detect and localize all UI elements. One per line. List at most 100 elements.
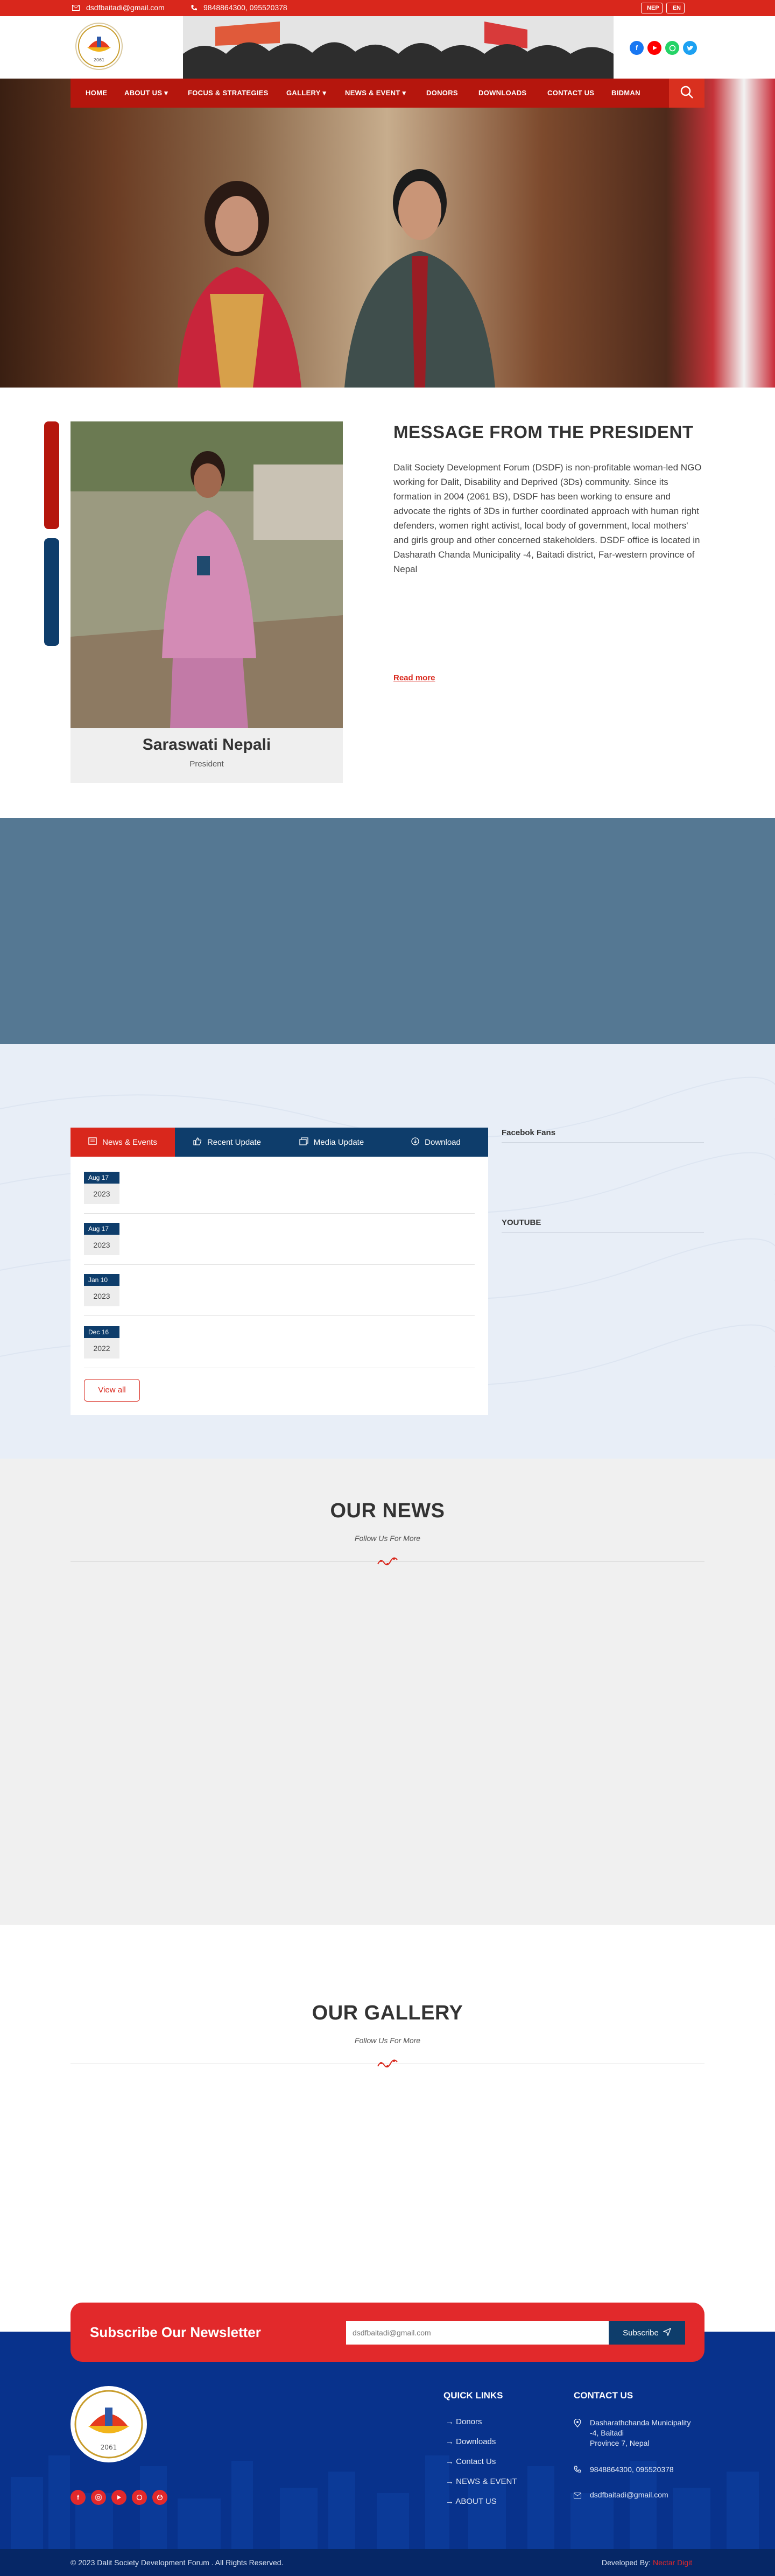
footer-link-downloads[interactable]: → Downloads [446, 2437, 496, 2446]
copyright-bar: © 2023 Dalit Society Development Forum .… [0, 2549, 775, 2576]
footer-link-about[interactable]: → ABOUT US [446, 2497, 497, 2506]
phone-icon [574, 2466, 581, 2476]
images-icon [299, 1137, 308, 1148]
contact-address-line3: Province 7, Nepal [590, 2439, 650, 2447]
subscribe-label: Subscribe [623, 2328, 659, 2338]
gallery-section-title: OUR GALLERY [312, 2002, 463, 2024]
main-nav: HOME ABOUT US ▾ FOCUS & STRATEGIES GALLE… [71, 79, 704, 108]
wave-ornament-icon [377, 1556, 398, 1570]
contact-phone[interactable]: 9848864300, 095520378 [590, 2465, 674, 2474]
footer-link-contact[interactable]: → Contact Us [446, 2457, 496, 2466]
mail-icon [72, 3, 80, 12]
contact-title: CONTACT US [574, 2390, 633, 2401]
news-year: 2023 [84, 1235, 119, 1255]
contact-email[interactable]: dsdfbaitadi@gmail.com [590, 2490, 668, 2499]
nav-gallery-label: GALLERY [286, 89, 321, 97]
accent-bar-blue [44, 538, 59, 646]
developer-link[interactable]: Nectar Digit [653, 2558, 692, 2567]
hero-image [0, 79, 775, 388]
search-icon [680, 85, 694, 102]
footer-link-donors[interactable]: → Donors [446, 2417, 482, 2426]
footer-link-label: Donors [456, 2417, 482, 2426]
uk-flag-icon [670, 6, 671, 10]
tab-recent-update[interactable]: Recent Update [175, 1128, 279, 1157]
phone-icon [189, 3, 198, 12]
news-section [0, 1459, 775, 1925]
chevron-down-icon: ▾ [164, 89, 168, 97]
send-icon [662, 2327, 672, 2338]
facebook-icon[interactable]: f [71, 2490, 86, 2505]
arrow-right-icon: → [446, 2457, 454, 2466]
footer-link-news-event[interactable]: → NEWS & EVENT [446, 2477, 517, 2486]
nav-about-us-label: ABOUT US [124, 89, 163, 97]
nav-contact-us[interactable]: CONTACT US [547, 79, 594, 108]
mail-icon [574, 2491, 581, 2501]
chevron-down-icon: ▾ [322, 89, 327, 97]
whatsapp-icon[interactable] [665, 41, 679, 55]
accent-bar-red [44, 421, 59, 529]
divider [502, 1232, 704, 1233]
youtube-widget-title: YOUTUBE [502, 1218, 541, 1227]
youtube-icon[interactable] [111, 2490, 126, 2505]
nav-donors[interactable]: DONORS [426, 79, 458, 108]
developed-by-label: Developed By: [602, 2558, 651, 2567]
updates-tabs: News & Events Recent Update Media Update… [71, 1128, 488, 1157]
president-heading: MESSAGE FROM THE PRESIDENT [393, 422, 694, 442]
pinterest-icon[interactable] [132, 2490, 147, 2505]
nav-downloads[interactable]: DOWNLOADS [478, 79, 526, 108]
tab-news-events[interactable]: News & Events [71, 1128, 175, 1157]
top-bar: dsdfbaitadi@gmail.com 9848864300, 095520… [0, 0, 775, 16]
nav-gallery[interactable]: GALLERY ▾ [286, 79, 326, 108]
newsletter-email-input[interactable] [346, 2321, 609, 2345]
nav-news-event[interactable]: NEWS & EVENT ▾ [345, 79, 406, 108]
top-phone[interactable]: 9848864300, 095520378 [203, 3, 287, 12]
copyright-text: © 2023 Dalit Society Development Forum .… [71, 2558, 284, 2567]
nav-focus-strategies[interactable]: FOCUS & STRATEGIES [188, 79, 269, 108]
thumbs-up-icon [193, 1137, 202, 1148]
tab-download[interactable]: Download [384, 1128, 488, 1157]
facebook-icon[interactable]: f [630, 41, 644, 55]
wave-ornament-icon [377, 2058, 398, 2072]
lang-en-button[interactable]: EN [666, 3, 685, 13]
newsletter-title: Subscribe Our Newsletter [90, 2324, 261, 2340]
lang-nep-button[interactable]: NEP [641, 3, 663, 13]
footer-logo[interactable]: 2061 [71, 2386, 147, 2462]
gallery-section-subtitle: Follow Us For More [354, 2036, 421, 2045]
instagram-icon[interactable] [91, 2490, 106, 2505]
feature-band [0, 818, 775, 1044]
news-item[interactable]: Dec 16 2022 [84, 1326, 475, 1368]
news-date: Aug 17 [84, 1172, 119, 1184]
nav-home[interactable]: HOME [86, 79, 107, 108]
subscribe-button[interactable]: Subscribe [609, 2321, 685, 2345]
nav-bidman[interactable]: BIDMAN [611, 79, 640, 108]
footer-link-label: NEWS & EVENT [456, 2477, 517, 2486]
president-message: Dalit Society Development Forum (DSDF) i… [393, 462, 702, 574]
search-button[interactable] [669, 79, 704, 108]
footer-social: f [71, 2490, 167, 2505]
youtube-icon[interactable] [647, 41, 661, 55]
news-item[interactable]: Jan 10 2023 [84, 1274, 475, 1316]
lang-nep-label: NEP [647, 5, 659, 11]
footer-link-label: Downloads [456, 2437, 496, 2446]
news-section-title: OUR NEWS [330, 1500, 445, 1522]
read-more-link[interactable]: Read more [393, 673, 435, 682]
tab-media-update[interactable]: Media Update [279, 1128, 384, 1157]
logo[interactable]: 2061 [75, 23, 123, 70]
news-panel: Aug 17 2023 Aug 17 2023 Jan 10 2023 Dec … [71, 1157, 488, 1415]
dribbble-icon[interactable] [152, 2490, 167, 2505]
news-date: Aug 17 [84, 1223, 119, 1235]
news-item[interactable]: Aug 17 2023 [84, 1223, 475, 1265]
tab-news-events-label: News & Events [102, 1137, 157, 1147]
view-all-button[interactable]: View all [84, 1379, 140, 1402]
divider [502, 1142, 704, 1143]
header-banner-image [183, 16, 614, 79]
top-email[interactable]: dsdfbaitadi@gmail.com [86, 3, 165, 12]
twitter-icon[interactable] [683, 41, 697, 55]
contact-address-line1: Dasharathchanda Municipality [590, 2418, 691, 2427]
arrow-right-icon: → [446, 2437, 454, 2446]
news-item[interactable]: Aug 17 2023 [84, 1172, 475, 1214]
arrow-right-icon: → [446, 2497, 454, 2506]
chevron-down-icon: ▾ [402, 89, 406, 97]
nav-about-us[interactable]: ABOUT US ▾ [124, 79, 168, 108]
news-year: 2023 [84, 1184, 119, 1204]
